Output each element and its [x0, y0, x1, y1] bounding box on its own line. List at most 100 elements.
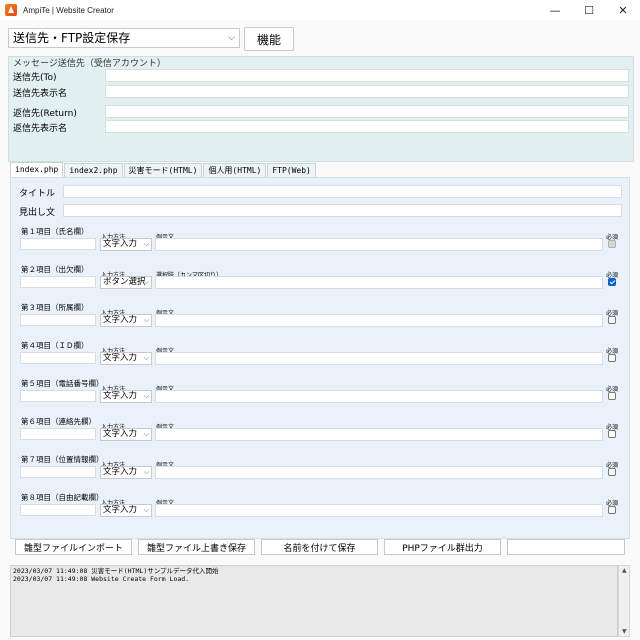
method-select-value: 文字入力 — [103, 391, 138, 401]
item-title: 第５項目（電話番号欄） — [21, 379, 104, 388]
export-php-button[interactable]: PHPファイル群出力 — [384, 539, 501, 555]
item-title: 第４項目（ＩＤ欄） — [21, 341, 89, 350]
heading-label: 見出し文 — [19, 208, 56, 218]
required-checkbox[interactable] — [608, 316, 616, 324]
blank-button[interactable] — [507, 539, 625, 555]
item-name-input[interactable] — [20, 352, 96, 364]
example-input[interactable] — [155, 504, 603, 517]
method-select-value: 文字入力 — [103, 429, 138, 439]
window-controls: — ☐ ✕ — [538, 0, 640, 20]
item-name-input[interactable] — [20, 390, 96, 402]
form-item-row: 第３項目（所属欄）入力方法文字入力⌵例示文必須 — [19, 299, 623, 337]
function-button[interactable]: 機能 — [244, 27, 294, 51]
method-select[interactable]: 文字入力 ⌵ — [100, 352, 152, 365]
to-row: 送信先(To) — [13, 69, 629, 83]
method-select[interactable]: 文字入力 ⌵ — [100, 390, 152, 403]
form-item-row: 第５項目（電話番号欄）入力方法文字入力⌵例示文必須 — [19, 375, 623, 413]
item-title: 第２項目（出欠欄） — [21, 265, 89, 274]
to-name-row: 送信先表示名 — [13, 85, 629, 99]
required-checkbox — [608, 240, 616, 248]
item-title: 第６項目（連絡先欄） — [21, 417, 96, 426]
required-checkbox[interactable] — [608, 392, 616, 400]
method-select-value: 文字入力 — [103, 239, 138, 249]
required-checkbox[interactable] — [608, 354, 616, 362]
tab-disaster-mode[interactable]: 災害モード(HTML) — [123, 163, 203, 177]
example-input[interactable] — [155, 314, 603, 327]
item-name-input[interactable] — [20, 314, 96, 326]
form-item-row: 第１項目（氏名欄）入力方法文字入力⌵例示文必須 — [19, 223, 623, 261]
tab-bar: index.php index2.php 災害モード(HTML) 個人用(HTM… — [10, 162, 317, 177]
close-button[interactable]: ✕ — [606, 0, 640, 20]
method-select[interactable]: 文字入力 ⌵ — [100, 314, 152, 327]
example-input[interactable] — [155, 428, 603, 441]
client-area: 送信先・FTP設定保存 ⌵ 機能 メッセージ送信先（受信アカウント） 送信先(T… — [0, 20, 640, 640]
required-checkbox[interactable] — [608, 468, 616, 476]
app-logo-icon — [5, 4, 17, 16]
method-select[interactable]: 文字入力 ⌵ — [100, 238, 152, 251]
item-name-input[interactable] — [20, 276, 96, 288]
log-output[interactable]: 2023/03/07 11:49:08 災害モード(HTML)サンプルデータ代入… — [10, 565, 618, 637]
method-select[interactable]: 文字入力 ⌵ — [100, 428, 152, 441]
to-input[interactable] — [105, 69, 629, 82]
title-input[interactable] — [63, 185, 622, 198]
method-select[interactable]: 文字入力 ⌵ — [100, 504, 152, 517]
return-label: 返信先(Return) — [13, 109, 77, 119]
form-item-row: 第７項目（位置情報欄）入力方法文字入力⌵例示文必須 — [19, 451, 623, 489]
form-item-row: 第６項目（連絡先欄）入力方法文字入力⌵例示文必須 — [19, 413, 623, 451]
import-template-button[interactable]: 雛型ファイルインポート — [15, 539, 132, 555]
to-name-input[interactable] — [105, 85, 629, 98]
chevron-down-icon: ⌵ — [143, 278, 149, 286]
method-select[interactable]: ボタン選択 ⌵ — [100, 276, 152, 289]
example-input[interactable] — [155, 466, 603, 479]
example-input[interactable] — [155, 390, 603, 403]
scroll-down-icon[interactable]: ▼ — [622, 628, 627, 635]
log-scrollbar[interactable]: ▲ ▼ — [618, 565, 630, 637]
maximize-button[interactable]: ☐ — [572, 0, 606, 20]
method-select-value: 文字入力 — [103, 467, 138, 477]
item-name-input[interactable] — [20, 428, 96, 440]
tab-index2-php[interactable]: index2.php — [64, 163, 123, 177]
chevron-down-icon: ⌵ — [143, 316, 149, 324]
chevron-down-icon: ⌵ — [143, 392, 149, 400]
form-item-row: 第８項目（自由記載欄）入力方法文字入力⌵例示文必須 — [19, 489, 623, 527]
tab-ftp[interactable]: FTP(Web) — [267, 163, 316, 177]
example-input[interactable] — [155, 238, 603, 251]
item-title: 第８項目（自由記載欄） — [21, 493, 104, 502]
to-label: 送信先(To) — [13, 73, 57, 83]
required-checkbox[interactable] — [608, 430, 616, 438]
required-checkbox[interactable] — [608, 506, 616, 514]
title-row: タイトル — [19, 185, 623, 199]
example-input[interactable] — [155, 276, 603, 289]
scroll-up-icon[interactable]: ▲ — [622, 567, 627, 574]
heading-input[interactable] — [63, 204, 622, 217]
minimize-button[interactable]: — — [538, 0, 572, 20]
destination-select[interactable]: 送信先・FTP設定保存 ⌵ — [8, 28, 240, 48]
return-input[interactable] — [105, 105, 629, 118]
return-name-row: 返信先表示名 — [13, 120, 629, 134]
method-select-value: ボタン選択 — [103, 277, 146, 287]
required-checkbox[interactable] — [608, 278, 616, 286]
window-title: AmpiTe | Website Creator — [23, 5, 114, 15]
form-tab-panel: タイトル 見出し文 第１項目（氏名欄）入力方法文字入力⌵例示文必須第２項目（出欠… — [10, 177, 630, 539]
example-input[interactable] — [155, 352, 603, 365]
log-line: 2023/03/07 11:49:08 Website Create Form … — [13, 575, 190, 583]
save-as-button[interactable]: 名前を付けて保存 — [261, 539, 378, 555]
method-select[interactable]: 文字入力 ⌵ — [100, 466, 152, 479]
tab-personal[interactable]: 個人用(HTML) — [203, 163, 267, 177]
chevron-down-icon: ⌵ — [143, 430, 149, 438]
item-name-input[interactable] — [20, 238, 96, 250]
method-select-value: 文字入力 — [103, 505, 138, 515]
method-select-value: 文字入力 — [103, 315, 138, 325]
item-name-input[interactable] — [20, 466, 96, 478]
item-name-input[interactable] — [20, 504, 96, 516]
return-name-input[interactable] — [105, 120, 629, 133]
item-title: 第１項目（氏名欄） — [21, 227, 89, 236]
chevron-down-icon: ⌵ — [143, 240, 149, 248]
chevron-down-icon: ⌵ — [143, 506, 149, 514]
message-destination-group: メッセージ送信先（受信アカウント） 送信先(To) 送信先表示名 返信先(Ret… — [8, 56, 634, 162]
title-label: タイトル — [19, 189, 56, 199]
overwrite-template-button[interactable]: 雛型ファイル上書き保存 — [138, 539, 255, 555]
tab-index-php[interactable]: index.php — [10, 162, 64, 177]
chevron-down-icon: ⌵ — [143, 354, 149, 362]
form-item-row: 第４項目（ＩＤ欄）入力方法文字入力⌵例示文必須 — [19, 337, 623, 375]
